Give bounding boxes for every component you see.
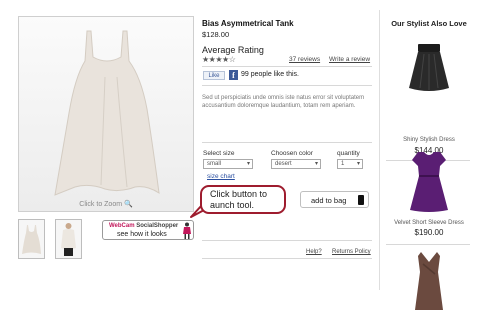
divider (202, 258, 372, 259)
product-title: Bias Asymmetrical Tank (202, 19, 294, 28)
returns-policy-link[interactable]: Returns Policy (332, 249, 371, 255)
size-select[interactable]: small ▾ (203, 159, 253, 169)
model-figure-icon (183, 222, 191, 239)
divider (202, 240, 372, 241)
color-select-value: desert (275, 161, 292, 167)
stylist-item-2-price: $190.00 (414, 228, 444, 237)
divider (202, 142, 372, 143)
color-label: Choosen color (271, 150, 313, 157)
stylist-item-2-image[interactable] (406, 148, 452, 214)
tank-top-image (54, 30, 160, 196)
size-chart-link[interactable]: size chart (207, 173, 235, 180)
purple-dress-image (410, 152, 448, 212)
rating-label: Average Rating (202, 45, 264, 55)
add-to-bag-button[interactable]: add to bag (300, 191, 369, 208)
help-link[interactable]: Help? (306, 249, 322, 255)
facebook-icon: f (229, 70, 238, 80)
tooltip-line-2: aunch tool. (210, 200, 255, 210)
color-select[interactable]: desert ▾ (271, 159, 321, 169)
reviews-link[interactable]: 37 reviews (289, 56, 320, 63)
thumbnail-model-image (61, 223, 76, 256)
column-divider (379, 10, 380, 290)
webcam-social-shopper-button[interactable]: WebCam SocialShopper see how it looks (102, 220, 194, 240)
size-label: Select size (203, 150, 235, 157)
product-description: Sed ut perspiciatis unde omnis iste natu… (202, 95, 365, 109)
webcam-brand: WebCam SocialShopper (109, 223, 179, 229)
quantity-select[interactable]: 1 ▾ (337, 159, 363, 169)
facebook-like-button[interactable]: Like (203, 71, 225, 80)
quantity-select-value: 1 (341, 161, 345, 167)
product-price: $128.00 (202, 30, 230, 39)
stylist-item-1-name[interactable]: Shiny Stylish Dress (383, 137, 475, 143)
stylist-section-title: Our Stylist Also Love (391, 19, 467, 28)
thumbnail-2[interactable] (55, 219, 82, 259)
product-main-image[interactable]: Click to Zoom 🔍 (18, 16, 194, 212)
chevron-down-icon: ▾ (246, 161, 250, 167)
chevron-down-icon: ▾ (314, 161, 318, 167)
shopping-bag-icon (358, 195, 364, 205)
tooltip-line-1: Click button to (210, 189, 268, 199)
rating-stars: ★★★★☆ (202, 55, 236, 64)
stylist-item-1-image[interactable] (404, 42, 454, 94)
chevron-down-icon: ▾ (356, 161, 360, 167)
divider (386, 244, 470, 245)
add-to-bag-label: add to bag (311, 196, 347, 205)
thumbnail-1[interactable] (18, 219, 45, 259)
write-review-link[interactable]: Write a review (329, 56, 370, 63)
like-count-text: 99 people like this. (241, 71, 299, 78)
quantity-label: quantity (337, 150, 360, 157)
tooltip-bubble: Click button to aunch tool. (200, 185, 286, 214)
stylist-item-3-image[interactable] (409, 250, 449, 310)
webcam-tagline: see how it looks (117, 231, 167, 238)
thumbnail-tank-image (22, 225, 41, 254)
size-select-value: small (207, 161, 222, 167)
divider (202, 85, 372, 86)
zoom-hint[interactable]: Click to Zoom 🔍 (19, 200, 193, 208)
stylist-item-2-name[interactable]: Velvet Short Sleeve Dress (383, 220, 475, 226)
brown-dress-image (415, 252, 443, 310)
black-skirt-image (409, 44, 449, 91)
divider (202, 66, 372, 67)
